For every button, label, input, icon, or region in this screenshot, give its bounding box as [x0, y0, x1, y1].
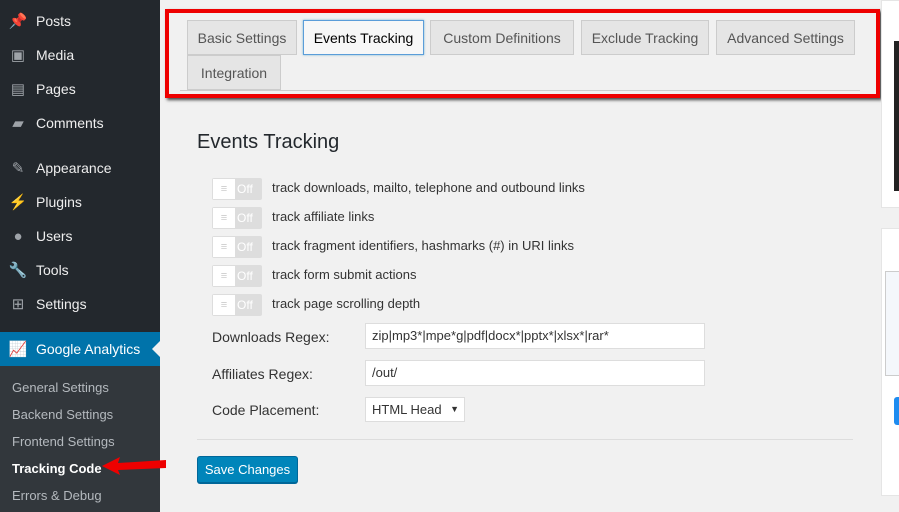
affiliates-regex-input[interactable]: /out/: [365, 360, 705, 386]
tab-integration[interactable]: Integration: [187, 55, 281, 90]
toggle-state: Off: [237, 269, 253, 283]
code-placement-label: Code Placement:: [212, 402, 320, 418]
tab-basic-settings[interactable]: Basic Settings: [187, 20, 297, 55]
menu-label: Posts: [36, 13, 72, 29]
toggle-state: Off: [237, 298, 253, 312]
tab-events-tracking[interactable]: Events Tracking: [303, 20, 424, 55]
toggle-state: Off: [237, 240, 253, 254]
menu-google-analytics[interactable]: 📈 Google Analytics: [0, 332, 160, 366]
side-widget: [881, 228, 899, 496]
tab-divider: [180, 90, 860, 91]
dropdown-arrow-icon: ▼: [450, 404, 459, 414]
tab-custom-definitions[interactable]: Custom Definitions: [430, 20, 574, 55]
brush-icon: ✎: [11, 160, 25, 177]
toggle-form-submit[interactable]: ≡ Off: [212, 265, 262, 287]
widget-image: [894, 41, 899, 191]
submenu: General Settings Backend Settings Fronte…: [0, 366, 160, 512]
chart-icon: 📈: [8, 341, 28, 358]
menu-plugins[interactable]: ⚡ Plugins: [0, 185, 160, 219]
toggle-handle-icon: ≡: [213, 237, 235, 257]
section-title: Events Tracking: [197, 131, 340, 153]
media-icon: ▣: [10, 47, 26, 64]
settings-icon: ⊞: [11, 296, 25, 313]
menu-label: Tools: [36, 262, 69, 278]
pin-icon: 📌: [8, 13, 28, 30]
pages-icon: ▤: [10, 81, 26, 98]
submenu-backend-settings[interactable]: Backend Settings: [12, 407, 113, 422]
toggle-label: track affiliate links: [272, 209, 375, 224]
tab-advanced-settings[interactable]: Advanced Settings: [716, 20, 855, 55]
current-caret: [152, 341, 160, 357]
toggle-state: Off: [237, 182, 253, 196]
admin-sidebar: 📌 Posts ▣ Media ▤ Pages ▰ Comments ✎ Appearan…: [0, 0, 160, 512]
user-icon: ●: [13, 227, 23, 245]
plugin-icon: ⚡: [8, 194, 28, 211]
menu-label: Google Analytics: [36, 341, 141, 357]
menu-label: Comments: [36, 115, 104, 131]
select-value: HTML Head: [372, 402, 442, 417]
toggle-downloads[interactable]: ≡ Off: [212, 178, 262, 200]
menu-appearance[interactable]: ✎ Appearance: [0, 151, 160, 185]
menu-comments[interactable]: ▰ Comments: [0, 106, 160, 140]
menu-label: Media: [36, 47, 75, 63]
downloads-regex-label: Downloads Regex:: [212, 329, 330, 345]
menu-label: Users: [36, 228, 73, 244]
toggle-handle-icon: ≡: [213, 208, 235, 228]
submenu-tracking-code[interactable]: Tracking Code: [12, 461, 102, 476]
menu-label: Plugins: [36, 194, 82, 210]
divider: [197, 439, 853, 440]
widget-image: [885, 271, 899, 376]
menu-tools[interactable]: 🔧 Tools: [0, 253, 160, 287]
toggle-handle-icon: ≡: [213, 179, 235, 199]
menu-label: Appearance: [36, 160, 112, 176]
submenu-frontend-settings[interactable]: Frontend Settings: [12, 434, 115, 449]
menu-label: Pages: [36, 81, 76, 97]
red-arrow-annotation: [102, 457, 166, 475]
code-placement-select[interactable]: HTML Head ▼: [365, 397, 465, 422]
toggle-scroll-depth[interactable]: ≡ Off: [212, 294, 262, 316]
toggle-handle-icon: ≡: [213, 266, 235, 286]
toggle-label: track form submit actions: [272, 267, 417, 282]
toggle-label: track page scrolling depth: [272, 296, 421, 311]
submenu-errors-debug[interactable]: Errors & Debug: [12, 488, 102, 503]
toggle-label: track fragment identifiers, hashmarks (#…: [272, 238, 574, 253]
toggle-handle-icon: ≡: [213, 295, 235, 315]
downloads-regex-input[interactable]: zip|mp3*|mpe*g|pdf|docx*|pptx*|xlsx*|rar…: [365, 323, 705, 349]
save-changes-button[interactable]: Save Changes: [197, 456, 298, 483]
toggle-affiliate[interactable]: ≡ Off: [212, 207, 262, 229]
menu-label: Settings: [36, 296, 87, 312]
menu-posts[interactable]: 📌 Posts: [0, 4, 160, 38]
menu-pages[interactable]: ▤ Pages: [0, 72, 160, 106]
toggle-label: track downloads, mailto, telephone and o…: [272, 180, 585, 195]
submenu-general-settings[interactable]: General Settings: [12, 380, 109, 395]
widget-button[interactable]: [894, 397, 899, 425]
toggle-hashmarks[interactable]: ≡ Off: [212, 236, 262, 258]
menu-users[interactable]: ● Users: [0, 219, 160, 253]
menu-media[interactable]: ▣ Media: [0, 38, 160, 72]
toggle-state: Off: [237, 211, 253, 225]
affiliates-regex-label: Affiliates Regex:: [212, 366, 313, 382]
side-widget: [881, 0, 899, 208]
comment-icon: ▰: [12, 115, 24, 132]
tab-exclude-tracking[interactable]: Exclude Tracking: [581, 20, 709, 55]
wrench-icon: 🔧: [8, 262, 28, 279]
menu-settings[interactable]: ⊞ Settings: [0, 287, 160, 321]
